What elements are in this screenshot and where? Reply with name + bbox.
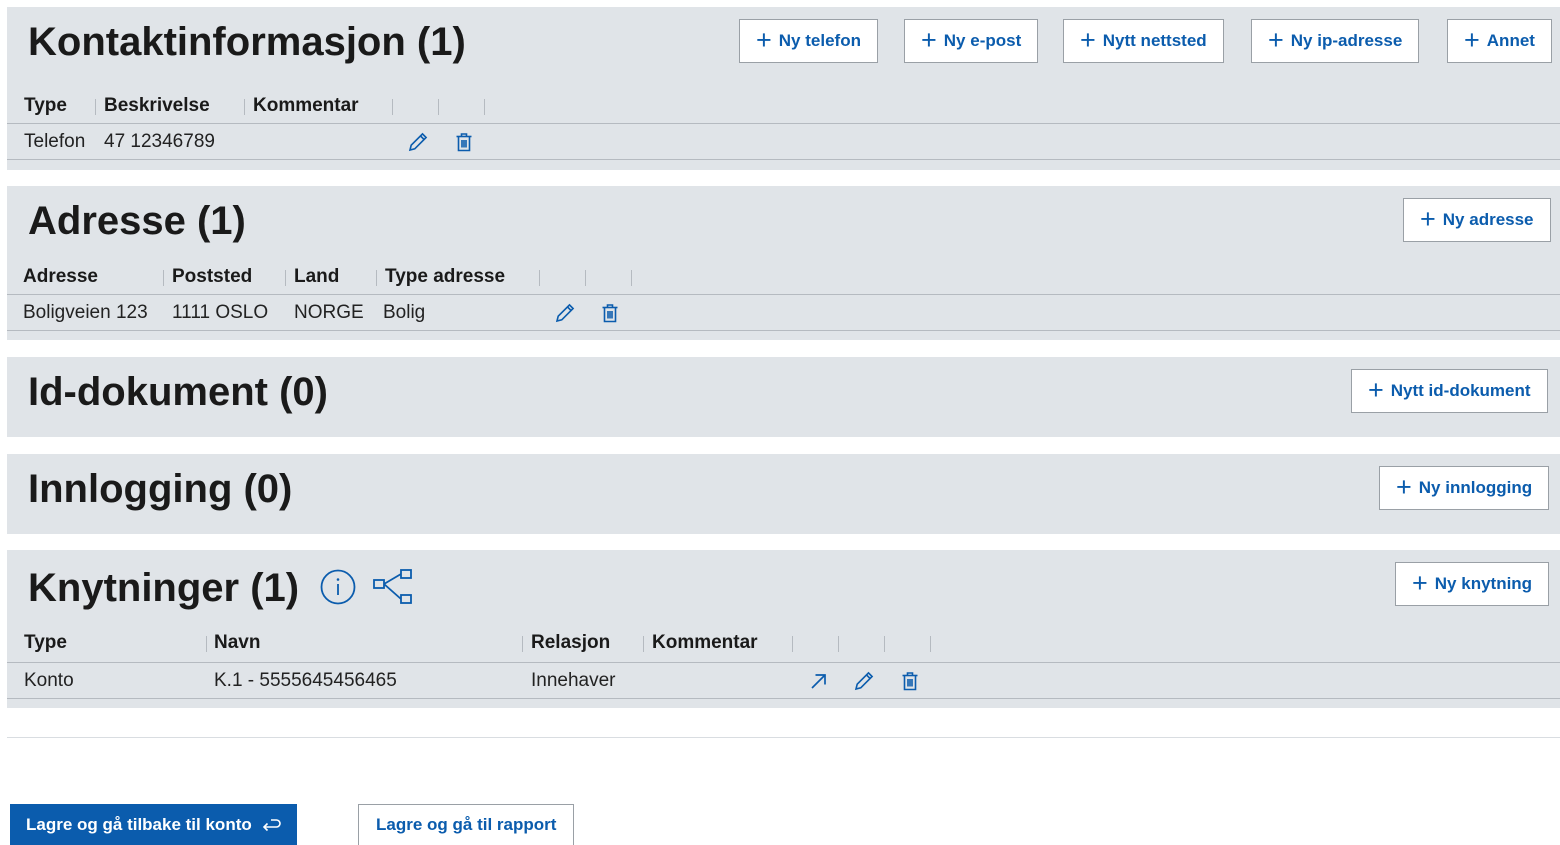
ny-adresse-button[interactable]: + Ny adresse (1403, 198, 1551, 242)
col-divider (930, 636, 931, 652)
edit-icon[interactable] (553, 301, 577, 325)
ny-innlogging-label: Ny innlogging (1418, 478, 1533, 497)
ny-epost-button[interactable]: + Ny e-post (904, 19, 1039, 63)
ny-knytning-label: Ny knytning (1434, 574, 1533, 593)
ny-knytning-button[interactable]: + Ny knytning (1395, 562, 1550, 606)
knytninger-panel: Knytninger (1) + Ny knytning Type Navn R… (7, 550, 1560, 708)
network-icon[interactable] (372, 567, 416, 607)
cell-type: Telefon (24, 131, 86, 152)
open-arrow-icon[interactable] (807, 669, 831, 693)
knytninger-title: Knytninger (1) (28, 566, 300, 610)
innlogging-title: Innlogging (0) (28, 467, 293, 511)
col-type: Type (24, 632, 67, 653)
kontakt-table-header: Type Beskrivelse Kommentar (7, 89, 1560, 123)
ny-ip-adresse-label: Ny ip-adresse (1290, 31, 1403, 50)
col-kommentar: Kommentar (652, 632, 758, 653)
col-divider (585, 270, 586, 286)
lagre-til-rapport-label: Lagre og gå til rapport (376, 815, 557, 834)
col-divider (392, 99, 393, 115)
col-divider (376, 270, 377, 286)
col-divider (484, 99, 485, 115)
id-dokument-panel: Id-dokument (0) + Nytt id-dokument (7, 357, 1560, 437)
col-poststed: Poststed (172, 266, 253, 287)
table-line (7, 159, 1560, 160)
annet-label: Annet (1486, 31, 1535, 50)
col-divider (285, 270, 286, 286)
nytt-id-dokument-button[interactable]: + Nytt id-dokument (1351, 369, 1548, 413)
delete-icon[interactable] (452, 130, 476, 154)
col-divider (438, 99, 439, 115)
col-divider (206, 636, 207, 652)
info-icon[interactable] (319, 568, 357, 606)
adresse-panel: Adresse (1) + Ny adresse Adresse Postste… (7, 186, 1560, 340)
col-divider (643, 636, 644, 652)
cell-poststed: 1111 OSLO (172, 302, 269, 323)
knytninger-table-header: Type Navn Relasjon Kommentar (7, 626, 1560, 660)
plus-icon: + (1412, 567, 1428, 598)
ny-adresse-label: Ny adresse (1442, 210, 1534, 229)
ny-ip-adresse-button[interactable]: + Ny ip-adresse (1251, 19, 1420, 63)
id-dokument-title: Id-dokument (0) (28, 370, 328, 414)
col-type: Type (24, 95, 67, 116)
col-divider (884, 636, 885, 652)
plus-icon: + (756, 24, 772, 55)
plus-icon: + (1420, 203, 1436, 234)
table-line (7, 698, 1560, 699)
col-divider (792, 636, 793, 652)
col-navn: Navn (214, 632, 261, 653)
cell-navn: K.1 - 5555645456465 (214, 670, 397, 691)
edit-icon[interactable] (406, 130, 430, 154)
ny-innlogging-button[interactable]: + Ny innlogging (1379, 466, 1550, 510)
lagre-tilbake-konto-label: Lagre og gå tilbake til konto (26, 814, 252, 834)
plus-icon: + (1396, 471, 1412, 502)
table-line (7, 662, 1560, 663)
footer-divider (7, 737, 1560, 738)
cell-adresse: Boligveien 123 (23, 302, 148, 323)
col-adresse: Adresse (23, 266, 98, 287)
nytt-id-dokument-label: Nytt id-dokument (1390, 381, 1531, 400)
innlogging-panel: Innlogging (0) + Ny innlogging (7, 454, 1560, 534)
table-line (7, 123, 1560, 124)
lagre-til-rapport-button[interactable]: Lagre og gå til rapport (358, 804, 575, 845)
plus-icon: + (1080, 24, 1096, 55)
plus-icon: + (1368, 374, 1384, 405)
return-arrow-icon (261, 817, 281, 833)
plus-icon: + (1464, 24, 1480, 55)
adresse-table-header: Adresse Poststed Land Type adresse (7, 260, 1560, 294)
table-line (7, 330, 1560, 331)
col-beskrivelse: Beskrivelse (104, 95, 210, 116)
annet-button[interactable]: + Annet (1447, 19, 1552, 63)
delete-icon[interactable] (898, 669, 922, 693)
cell-beskrivelse: 47 12346789 (104, 131, 215, 152)
delete-icon[interactable] (598, 301, 622, 325)
nytt-nettsted-button[interactable]: + Nytt nettsted (1063, 19, 1224, 63)
col-type-adresse: Type adresse (385, 266, 506, 287)
col-kommentar: Kommentar (253, 95, 359, 116)
ny-telefon-button[interactable]: + Ny telefon (739, 19, 878, 63)
adresse-title: Adresse (1) (28, 199, 246, 243)
cell-land: NORGE (294, 302, 364, 323)
table-line (7, 294, 1560, 295)
plus-icon: + (1268, 24, 1284, 55)
col-divider (631, 270, 632, 286)
col-divider (244, 99, 245, 115)
nytt-nettsted-label: Nytt nettsted (1102, 31, 1207, 50)
edit-icon[interactable] (852, 669, 876, 693)
col-divider (95, 99, 96, 115)
col-divider (838, 636, 839, 652)
col-divider (522, 636, 523, 652)
ny-telefon-label: Ny telefon (778, 31, 861, 50)
col-divider (539, 270, 540, 286)
cell-type: Konto (24, 670, 74, 691)
cell-relasjon: Innehaver (531, 670, 616, 691)
col-divider (163, 270, 164, 286)
kontaktinformasjon-title: Kontaktinformasjon (1) (28, 20, 466, 64)
ny-epost-label: Ny e-post (943, 31, 1022, 50)
cell-type-adresse: Bolig (383, 302, 426, 323)
col-relasjon: Relasjon (531, 632, 611, 653)
lagre-tilbake-konto-button[interactable]: Lagre og gå tilbake til konto (10, 804, 297, 845)
plus-icon: + (921, 24, 937, 55)
col-land: Land (294, 266, 340, 287)
kontaktinformasjon-panel: Kontaktinformasjon (1) + Ny telefon + Ny… (7, 7, 1560, 170)
